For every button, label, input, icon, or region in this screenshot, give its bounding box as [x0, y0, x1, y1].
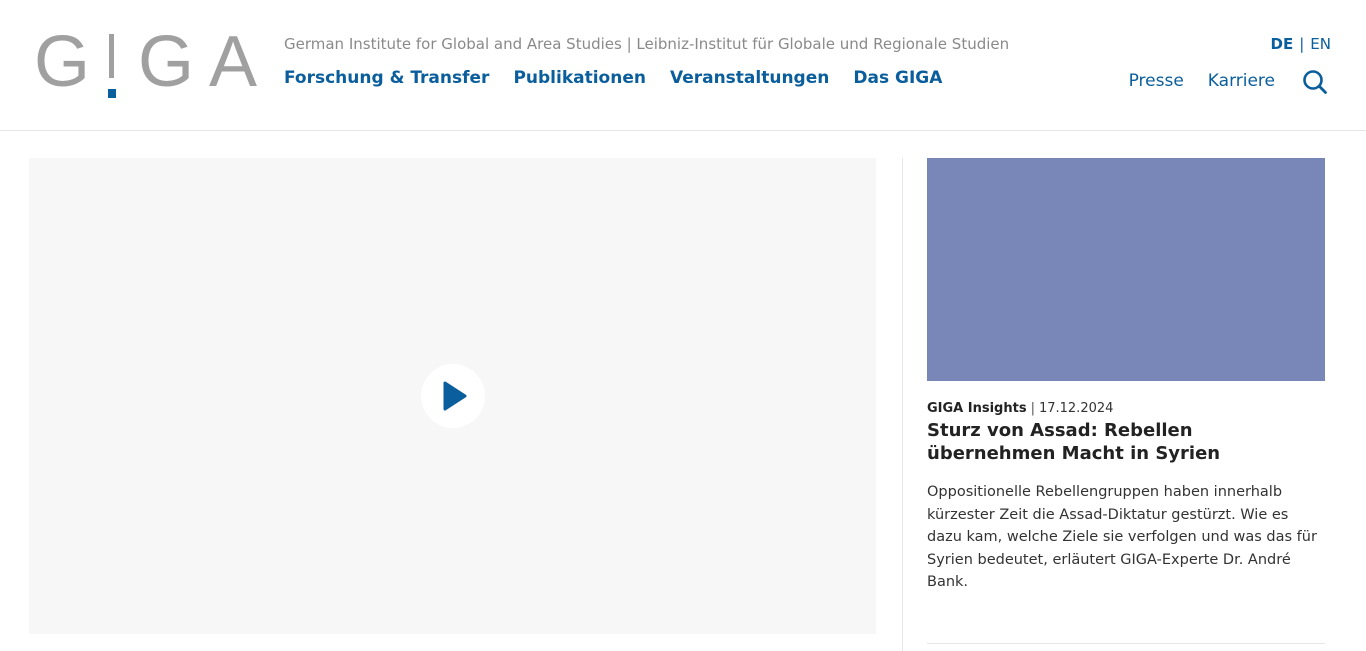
giga-logo[interactable]: G G A	[34, 28, 262, 100]
meta-navigation: Presse Karriere	[1129, 71, 1275, 91]
lang-separator: |	[1299, 35, 1305, 53]
teaser-image[interactable]	[927, 158, 1325, 381]
video-player[interactable]	[29, 158, 876, 634]
logo-letter-g2: G	[138, 28, 194, 100]
nav-presse[interactable]: Presse	[1129, 71, 1184, 91]
nav-publikationen[interactable]: Publikationen	[513, 68, 646, 88]
teaser-date: 17.12.2024	[1038, 401, 1114, 416]
site-header: G G A German Institute for Global and Ar…	[0, 0, 1366, 131]
teaser-divider	[927, 643, 1325, 644]
column-divider	[902, 158, 903, 651]
nav-forschung-transfer[interactable]: Forschung & Transfer	[284, 68, 489, 88]
nav-das-giga[interactable]: Das GIGA	[853, 68, 942, 88]
nav-veranstaltungen[interactable]: Veranstaltungen	[670, 68, 829, 88]
teaser-meta-separator: |	[1030, 401, 1035, 416]
main-navigation: Forschung & Transfer Publikationen Veran…	[284, 68, 942, 88]
play-icon	[443, 381, 467, 411]
logo-letter-a: A	[209, 28, 257, 100]
teaser-text: Oppositionelle Rebellengruppen haben inn…	[927, 484, 1317, 590]
lang-en[interactable]: EN	[1310, 35, 1331, 53]
logo-i-dot	[108, 89, 116, 98]
search-icon[interactable]	[1302, 69, 1328, 95]
logo-letter-g1: G	[34, 28, 90, 100]
lang-de[interactable]: DE	[1271, 35, 1294, 53]
teaser-meta: GIGA Insights | 17.12.2024	[927, 401, 1113, 416]
site-tagline: German Institute for Global and Area Stu…	[284, 35, 1010, 53]
nav-karriere[interactable]: Karriere	[1208, 71, 1275, 91]
language-switcher: DE | EN	[1271, 35, 1331, 53]
teaser-title[interactable]: Sturz von Assad: Rebellen übernehmen Mac…	[927, 419, 1325, 465]
teaser-category: GIGA Insights	[927, 401, 1027, 416]
play-button[interactable]	[421, 364, 485, 428]
logo-i-bar	[109, 34, 114, 78]
